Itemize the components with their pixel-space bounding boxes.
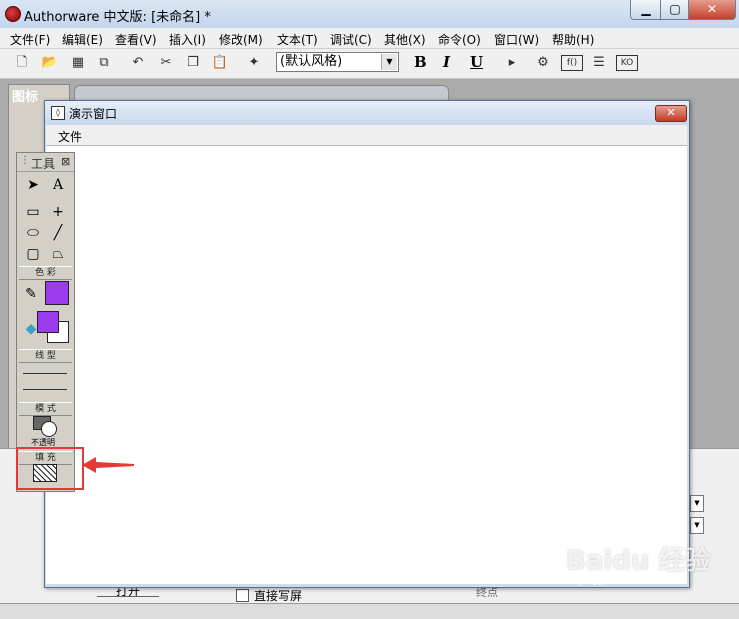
knowledge-objects-icon[interactable]: KO: [616, 55, 638, 71]
italic-button[interactable]: I: [443, 53, 450, 71]
line-color-swatch[interactable]: [45, 281, 69, 305]
text-style-value: (默认风格): [280, 54, 343, 69]
direct-to-screen-checkbox[interactable]: [236, 589, 249, 602]
presentation-canvas[interactable]: [46, 146, 687, 584]
copy-icon[interactable]: ❐: [183, 54, 203, 72]
run-icon[interactable]: ▸: [502, 54, 522, 72]
variables-icon[interactable]: ☰: [589, 54, 609, 72]
menu-help[interactable]: 帮助(H): [552, 31, 594, 48]
pointer-tool-icon[interactable]: ➤: [21, 175, 45, 195]
open-icon[interactable]: 📂: [40, 54, 60, 72]
text-tool-icon[interactable]: A: [46, 175, 70, 195]
icons-panel-title: 图标: [12, 90, 39, 105]
tools-header[interactable]: ⋮ 工具 ⊠: [17, 153, 74, 172]
minimize-button[interactable]: ▁: [630, 0, 662, 20]
tools-close-icon[interactable]: ⊠: [61, 155, 70, 168]
presentation-close-button[interactable]: ✕: [655, 105, 687, 122]
mode-section-header: 模 式: [19, 402, 72, 416]
toolbar: 🗋 📂 ▦ ⧉ ↶ ✂ ❐ 📋 ✦ (默认风格) ▼ B I U ▸ ⚙ f()…: [0, 49, 739, 79]
mode-circle-icon[interactable]: [41, 421, 57, 437]
presentation-menu-bar: 文件: [46, 125, 687, 146]
presentation-title: 演示窗口: [69, 107, 118, 121]
paste-icon[interactable]: 📋: [210, 54, 230, 72]
line-style-normal[interactable]: [23, 389, 67, 390]
presentation-window-icon: ◊: [51, 106, 65, 120]
ellipse-tool-icon[interactable]: ⬭: [21, 223, 45, 243]
chevron-down-icon[interactable]: ▼: [690, 517, 704, 534]
status-strip: [0, 603, 739, 619]
line-style-section-header: 线 型: [19, 349, 72, 363]
menu-view[interactable]: 查看(V): [115, 31, 157, 48]
rounded-rectangle-tool-icon[interactable]: ▢: [21, 244, 45, 264]
menu-modify[interactable]: 修改(M): [219, 31, 263, 48]
chevron-down-icon: ▼: [381, 54, 397, 70]
chevron-down-icon[interactable]: ▼: [690, 495, 704, 512]
crosshair-line-tool-icon[interactable]: +: [46, 202, 70, 222]
line-style-thin[interactable]: [23, 373, 67, 374]
presentation-titlebar: ◊ 演示窗口 ✕: [45, 101, 689, 125]
bold-button[interactable]: B: [414, 53, 427, 71]
menu-text[interactable]: 文本(T): [277, 31, 318, 48]
menu-command[interactable]: 命令(O): [438, 31, 481, 48]
polygon-tool-icon[interactable]: ⏢: [46, 244, 70, 264]
import-icon[interactable]: ⧉: [94, 54, 114, 72]
underline-button[interactable]: U: [470, 53, 483, 71]
functions-icon[interactable]: f(): [561, 55, 583, 71]
red-arrow-icon: [82, 457, 134, 473]
menu-other[interactable]: 其他(X): [384, 31, 426, 48]
fill-color-swatch[interactable]: [37, 311, 59, 333]
menu-insert[interactable]: 插入(I): [169, 31, 206, 48]
menu-window[interactable]: 窗口(W): [494, 31, 539, 48]
new-icon[interactable]: 🗋: [12, 54, 32, 72]
undo-icon[interactable]: ↶: [128, 54, 148, 72]
close-button[interactable]: ✕: [688, 0, 736, 20]
menu-debug[interactable]: 调试(C): [330, 31, 372, 48]
grip-icon[interactable]: ⋮: [20, 155, 30, 166]
menu-bar: 文件(F) 编辑(E) 查看(V) 插入(I) 修改(M) 文本(T) 调试(C…: [0, 28, 739, 49]
pencil-text-color-icon[interactable]: ✎: [19, 284, 43, 304]
window-title: Authorware 中文版: [未命名] *: [24, 10, 211, 25]
app-logo-icon: [5, 6, 21, 22]
tools-palette: ⋮ 工具 ⊠ ➤ A ▭ + ⬭ ╱ ▢ ⏢ 色 彩 ✎ ◆ 线 型 模 式 不…: [16, 152, 75, 492]
direct-to-screen-label: 直接写屏: [254, 589, 303, 603]
presentation-menu-file[interactable]: 文件: [58, 128, 82, 145]
rectangle-tool-icon[interactable]: ▭: [21, 202, 45, 222]
menu-file[interactable]: 文件(F): [10, 31, 50, 48]
color-section-header: 色 彩: [19, 266, 72, 280]
maximize-button[interactable]: ▢: [660, 0, 690, 20]
watermark-url: jingyan.baidu.com: [580, 575, 673, 586]
fill-highlight-box: [16, 447, 84, 490]
watermark: Baidu 经验: [566, 546, 711, 576]
control-panel-icon[interactable]: ⚙: [533, 54, 553, 72]
menu-edit[interactable]: 编辑(E): [62, 31, 103, 48]
window-titlebar: Authorware 中文版: [未命名] * ▁ ▢ ✕: [0, 0, 739, 29]
presentation-window: ◊ 演示窗口 ✕ 文件: [44, 100, 690, 588]
tools-title: 工具: [31, 157, 56, 171]
find-icon[interactable]: ✦: [244, 54, 264, 72]
diagonal-line-tool-icon[interactable]: ╱: [46, 223, 70, 243]
save-all-icon[interactable]: ▦: [68, 54, 88, 72]
cut-icon[interactable]: ✂: [156, 54, 176, 72]
text-style-select[interactable]: (默认风格) ▼: [276, 52, 399, 72]
